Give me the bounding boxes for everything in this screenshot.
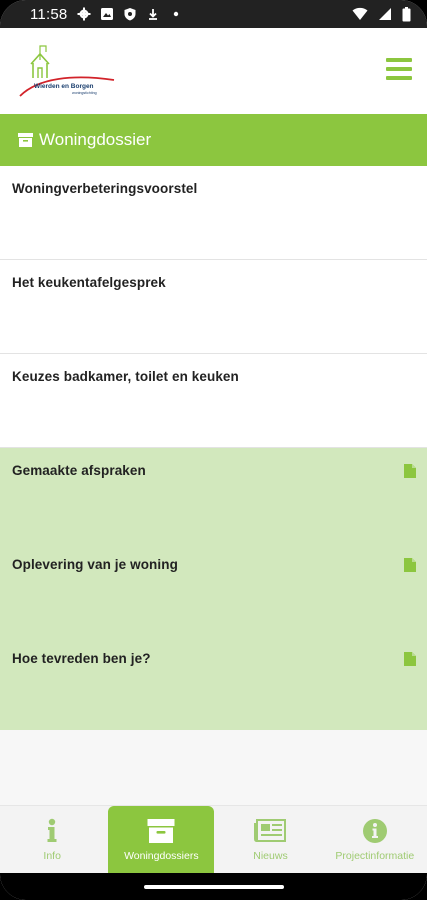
nav-woningdossiers[interactable]: Woningdossiers — [108, 806, 215, 873]
home-gesture-bar[interactable] — [143, 884, 284, 889]
list-item-label: Het keukentafelgesprek — [12, 275, 166, 290]
list-item-label: Oplevering van je woning — [12, 557, 178, 572]
dossier-list: Woningverbeteringsvoorstel Het keukentaf… — [0, 166, 427, 730]
wierden-en-borgen-logo[interactable]: Wierden en Borgen woningstichting — [18, 38, 118, 104]
hamburger-line — [386, 58, 412, 62]
logo-subtext: woningstichting — [72, 91, 97, 95]
list-item-label: Keuzes badkamer, toilet en keuken — [12, 369, 239, 384]
status-time: 11:58 — [30, 5, 68, 23]
dot-icon — [174, 11, 179, 17]
nav-label: Info — [43, 849, 61, 862]
info-i-icon — [47, 818, 57, 842]
status-bar: 11:58 — [0, 0, 427, 28]
signal-icon — [379, 8, 391, 20]
list-item[interactable]: Het keukentafelgesprek — [0, 260, 427, 354]
list-item[interactable]: Hoe tevreden ben je? — [0, 636, 427, 730]
app-header: Wierden en Borgen woningstichting — [0, 28, 427, 114]
newspaper-icon — [254, 818, 287, 842]
list-item-label: Woningverbeteringsvoorstel — [12, 181, 198, 196]
archive-box-icon — [147, 818, 175, 843]
phone-screen: 11:58 Wierden en Borgen woningstichting — [0, 0, 427, 900]
list-item[interactable]: Gemaakte afspraken — [0, 448, 427, 542]
archive-box-icon — [18, 133, 33, 147]
page-title: Woningdossier — [39, 130, 152, 149]
document-icon — [404, 652, 416, 666]
info-circle-icon — [362, 818, 387, 843]
list-item[interactable]: Woningverbeteringsvoorstel — [0, 166, 427, 260]
wifi-icon — [352, 7, 368, 20]
nav-nieuws[interactable]: Nieuws — [218, 806, 322, 873]
status-left-icons — [77, 7, 183, 21]
nav-label: Nieuws — [253, 849, 288, 862]
hamburger-menu-button[interactable] — [386, 58, 412, 80]
list-item[interactable]: Keuzes badkamer, toilet en keuken — [0, 354, 427, 448]
nav-label: Projectinformatie — [335, 849, 415, 862]
photo-icon — [101, 8, 114, 20]
nav-label: Woningdossiers — [124, 849, 199, 862]
shield-icon — [124, 8, 136, 21]
battery-icon — [402, 6, 411, 21]
logo-text: Wierden en Borgen — [34, 83, 94, 90]
hamburger-line — [386, 67, 412, 71]
hamburger-line — [386, 76, 412, 80]
bottom-navigation: Info Woningdossiers Nieuws Projectinform… — [0, 805, 427, 873]
gear-icon — [77, 7, 91, 21]
section-title-bar: Woningdossier — [0, 114, 427, 166]
document-icon — [404, 464, 416, 478]
list-item[interactable]: Oplevering van je woning — [0, 542, 427, 636]
system-gesture-area — [0, 873, 427, 900]
list-item-label: Hoe tevreden ben je? — [12, 651, 151, 666]
list-item-label: Gemaakte afspraken — [12, 463, 146, 478]
download-icon — [149, 9, 158, 20]
nav-info[interactable]: Info — [0, 806, 104, 873]
nav-projectinformatie[interactable]: Projectinformatie — [323, 806, 427, 873]
document-icon — [404, 558, 416, 572]
status-right-icons — [352, 6, 411, 22]
